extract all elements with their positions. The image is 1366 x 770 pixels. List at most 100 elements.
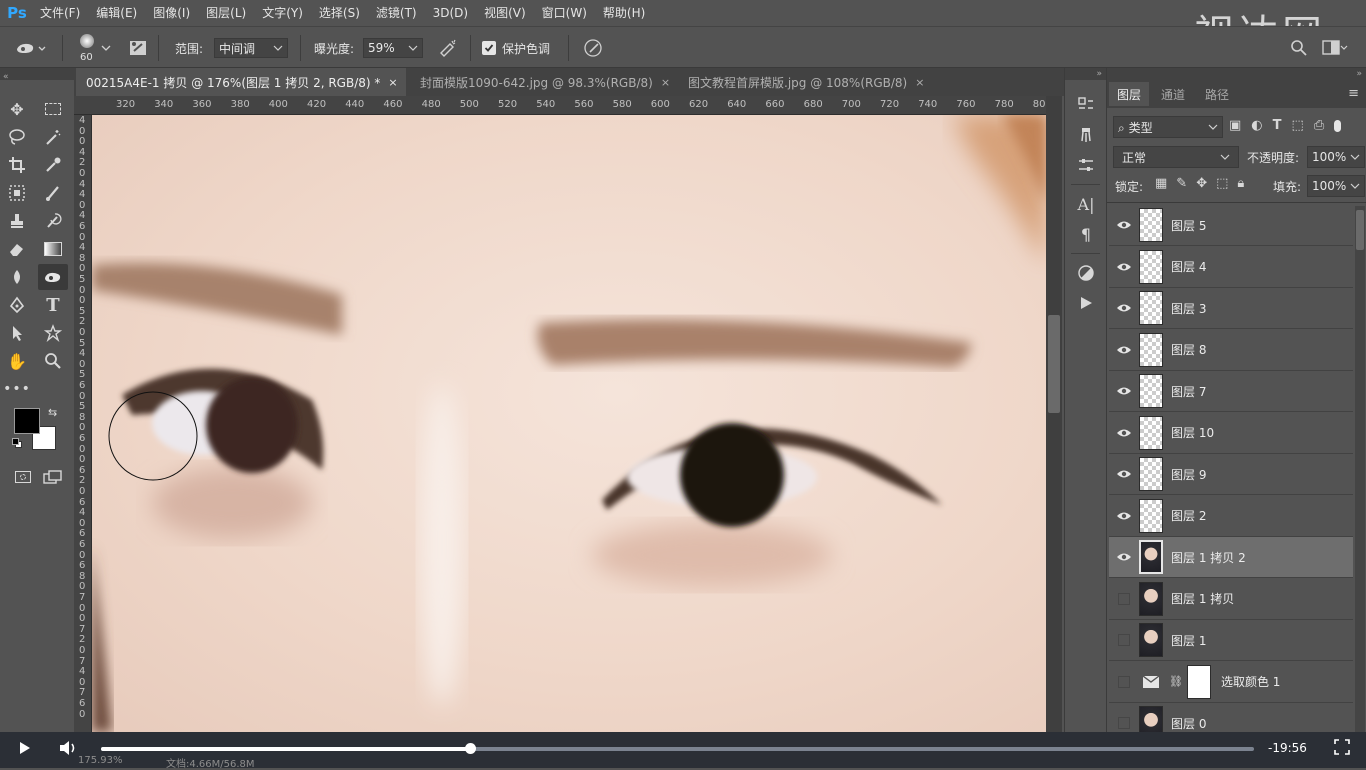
tab-channels[interactable]: 通道 — [1153, 82, 1193, 106]
opacity-input[interactable]: 100% — [1307, 146, 1365, 168]
tab-document-2[interactable]: 封面模版1090-642.jpg @ 98.3%(RGB/8) × — [410, 68, 670, 96]
brush-tool-icon[interactable] — [38, 180, 68, 206]
tab-document-1[interactable]: 00215A4E-1 拷贝 @ 176%(图层 1 拷贝 2, RGB/8) *… — [76, 68, 406, 96]
path-selection-tool-icon[interactable] — [2, 320, 32, 346]
marquee-tool-icon[interactable] — [38, 96, 68, 122]
lock-artboard-icon[interactable]: ⬚ — [1216, 176, 1228, 191]
menu-item[interactable]: 选择(S) — [311, 0, 368, 26]
brush-panel-toggle[interactable] — [128, 27, 148, 69]
filter-pixel-icon[interactable]: ▣ — [1229, 118, 1241, 133]
layer-row[interactable]: 图层 8 — [1109, 330, 1353, 371]
toolbox-header[interactable]: « — [0, 68, 74, 82]
layer-row[interactable]: ⛓ 选取颜色 1 — [1109, 662, 1353, 703]
swap-colors-icon[interactable]: ⇆ — [48, 406, 57, 419]
filter-shape-icon[interactable]: ⬚ — [1292, 118, 1304, 133]
filter-type-icon[interactable]: T — [1273, 118, 1282, 133]
color-panel-icon[interactable] — [1065, 258, 1107, 288]
lock-position-icon[interactable]: ✥ — [1196, 176, 1207, 191]
clone-stamp-tool-icon[interactable] — [2, 208, 32, 234]
scrollbar-thumb[interactable] — [1356, 210, 1364, 250]
layer-row[interactable]: 图层 10 — [1109, 413, 1353, 454]
gradient-tool-icon[interactable] — [38, 236, 68, 262]
screen-mode-icon[interactable] — [38, 464, 68, 490]
lock-transparent-icon[interactable]: ▦ — [1155, 176, 1167, 191]
tool-preset-picker[interactable] — [14, 27, 48, 69]
menu-item[interactable]: 图像(I) — [145, 0, 198, 26]
tab-paths[interactable]: 路径 — [1197, 82, 1237, 106]
type-tool-icon[interactable]: T — [38, 292, 68, 318]
menu-item[interactable]: 滤镜(T) — [368, 0, 425, 26]
layer-row[interactable]: 图层 1 拷贝 2 — [1109, 537, 1353, 578]
vertical-ruler[interactable]: 4004204404604805005205405605806006206406… — [74, 115, 92, 732]
link-icon[interactable]: ⛓ — [1169, 675, 1183, 688]
foreground-color-swatch[interactable] — [14, 408, 40, 434]
quick-mask-icon[interactable] — [8, 464, 38, 490]
fullscreen-button[interactable] — [1334, 739, 1350, 758]
brush-preset-picker[interactable]: 60 — [74, 27, 112, 69]
eye-icon[interactable] — [1109, 246, 1139, 287]
healing-brush-tool-icon[interactable] — [2, 180, 32, 206]
pen-tool-icon[interactable] — [2, 292, 32, 318]
menu-item[interactable]: 窗口(W) — [534, 0, 595, 26]
play-button[interactable] — [16, 740, 32, 759]
eye-icon[interactable] — [1109, 495, 1139, 536]
filter-smart-object-icon[interactable]: ⎙ — [1314, 118, 1324, 133]
menu-item[interactable]: 图层(L) — [198, 0, 254, 26]
layer-row[interactable]: 图层 0 — [1109, 703, 1353, 732]
move-tool-icon[interactable]: ✥ — [2, 96, 32, 122]
magic-wand-tool-icon[interactable] — [38, 124, 68, 150]
layer-row[interactable]: 图层 7 — [1109, 371, 1353, 412]
more-tools-icon[interactable]: ••• — [2, 376, 32, 402]
default-colors-icon[interactable] — [12, 438, 22, 448]
menu-item[interactable]: 文字(Y) — [254, 0, 311, 26]
range-select[interactable]: 中间调 — [214, 38, 288, 58]
pressure-size-toggle[interactable] — [582, 27, 604, 69]
lock-image-icon[interactable]: ✎ — [1176, 176, 1187, 191]
layer-mask-thumbnail[interactable] — [1186, 664, 1211, 699]
hand-tool-icon[interactable]: ✋ — [2, 348, 32, 374]
custom-shape-tool-icon[interactable] — [38, 320, 68, 346]
filter-adjustment-icon[interactable]: ◐ — [1251, 118, 1262, 133]
brush-presets-icon[interactable] — [1065, 120, 1107, 150]
character-panel-icon[interactable]: A| — [1065, 189, 1107, 219]
layer-row[interactable]: 图层 1 拷贝 — [1109, 579, 1353, 620]
panel-menu-icon[interactable]: ≡ — [1348, 86, 1359, 101]
blend-mode-select[interactable]: 正常 — [1113, 146, 1239, 168]
paragraph-panel-icon[interactable]: ¶ — [1065, 219, 1107, 249]
sponge-tool-icon[interactable] — [38, 264, 68, 290]
layers-scrollbar[interactable] — [1355, 206, 1365, 732]
volume-button[interactable] — [58, 739, 78, 760]
search-button[interactable] — [1290, 27, 1308, 69]
exposure-input[interactable]: 59% — [363, 38, 423, 58]
eye-icon[interactable] — [1109, 454, 1139, 495]
filter-toggle-icon[interactable] — [1334, 119, 1342, 132]
workspace-switcher[interactable] — [1322, 27, 1348, 69]
eye-icon[interactable] — [1109, 412, 1139, 453]
menu-item[interactable]: 帮助(H) — [595, 0, 653, 26]
eye-icon[interactable] — [1109, 288, 1139, 329]
menu-item[interactable]: 视图(V) — [476, 0, 534, 26]
tab-document-3[interactable]: 图文教程首屏模版.jpg @ 108%(RGB/8) × — [678, 68, 948, 96]
visibility-toggle[interactable] — [1109, 578, 1139, 619]
tab-layers[interactable]: 图层 — [1109, 82, 1150, 106]
layer-row[interactable]: 图层 9 — [1109, 454, 1353, 495]
blur-tool-icon[interactable] — [2, 264, 32, 290]
layer-row[interactable]: 图层 1 — [1109, 620, 1353, 661]
eye-icon[interactable] — [1109, 205, 1139, 246]
eye-icon[interactable] — [1109, 371, 1139, 412]
protect-tones-checkbox[interactable]: 保护色调 — [482, 27, 550, 69]
lock-all-icon[interactable]: 🔒︎ — [1237, 176, 1244, 191]
vertical-scrollbar[interactable] — [1046, 96, 1062, 732]
layer-row[interactable]: 图层 2 — [1109, 496, 1353, 537]
document-canvas[interactable] — [92, 115, 1046, 732]
lasso-tool-icon[interactable] — [2, 124, 32, 150]
collapse-icon[interactable]: » — [1107, 68, 1366, 80]
close-icon[interactable]: × — [661, 76, 670, 89]
menu-item[interactable]: 文件(F) — [32, 0, 88, 26]
close-icon[interactable]: × — [388, 76, 397, 89]
horizontal-ruler[interactable]: 320 340 360 380 400 420 440 460 480 500 520 540 560 5… — [74, 96, 1046, 115]
eyedropper-tool-icon[interactable] — [38, 152, 68, 178]
layer-filter-select[interactable]: ⌕ 类型 — [1113, 116, 1223, 138]
history-brush-tool-icon[interactable] — [38, 208, 68, 234]
airbrush-toggle[interactable] — [438, 27, 458, 69]
